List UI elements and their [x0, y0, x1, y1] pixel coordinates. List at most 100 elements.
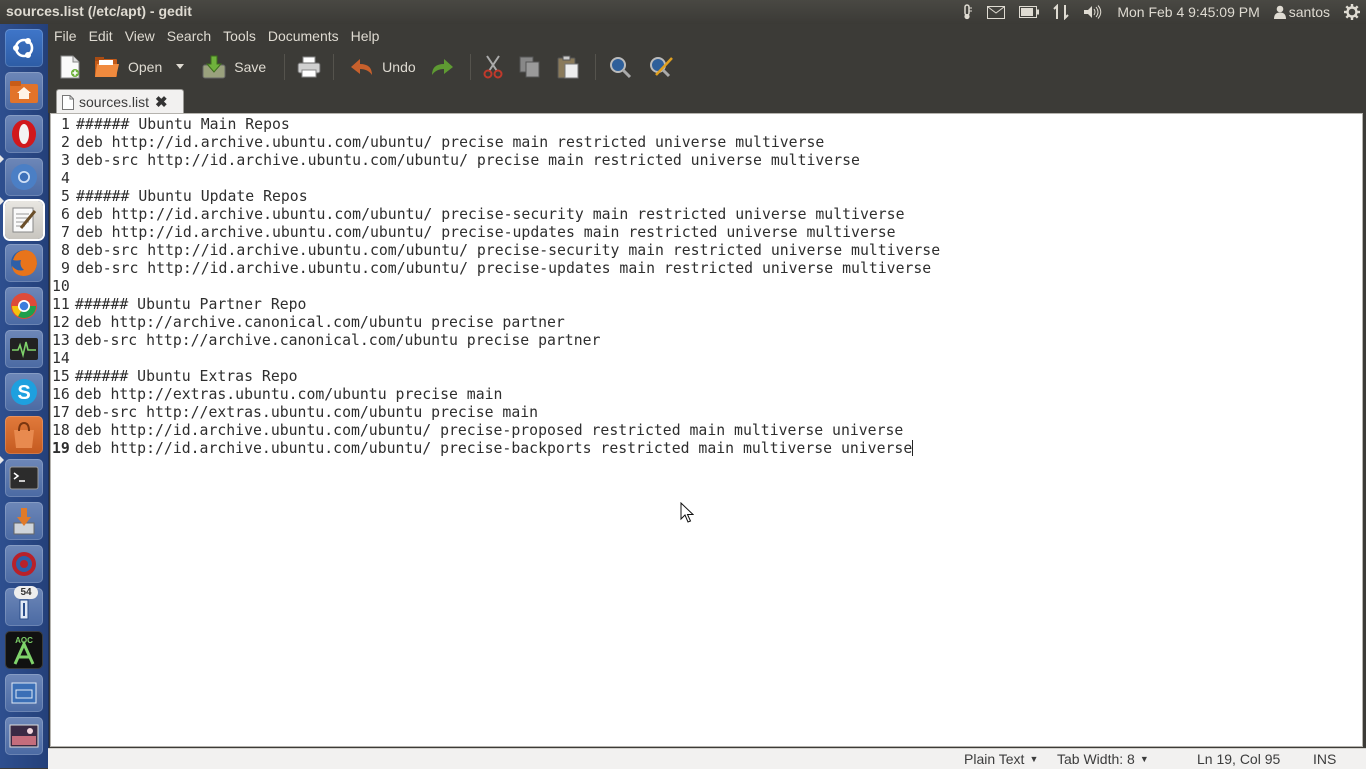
code-line[interactable]: 17 deb-src http://extras.ubuntu.com/ubunt… — [51, 404, 940, 422]
skype-icon: S — [11, 379, 37, 405]
code-line[interactable]: 10 — [51, 278, 940, 296]
indicator-area: Mon Feb 4 9:45:09 PM santos — [954, 0, 1366, 24]
open-recent-dropdown[interactable] — [172, 50, 188, 84]
code-line[interactable]: 5 ###### Ubuntu Update Repos — [51, 188, 940, 206]
undo-label: Undo — [382, 59, 416, 75]
print-button[interactable] — [293, 50, 325, 84]
code-line[interactable]: 4 — [51, 170, 940, 188]
close-tab-icon[interactable]: ✖ — [155, 93, 168, 111]
find-button[interactable] — [604, 50, 636, 84]
thermometer-icon[interactable] — [961, 0, 973, 24]
open-button[interactable]: Open — [90, 50, 166, 84]
launcher-skype[interactable]: S — [5, 373, 43, 411]
language-label: Plain Text — [964, 751, 1025, 767]
code-line[interactable]: 1 ###### Ubuntu Main Repos — [51, 116, 940, 134]
launcher-network-tool[interactable] — [5, 545, 43, 583]
terminal-icon — [9, 466, 39, 490]
launcher-software-center[interactable] — [5, 416, 43, 454]
launcher-gedit[interactable] — [5, 201, 43, 239]
launcher-tasks-app[interactable]: 54 — [5, 586, 43, 626]
network-icon[interactable] — [1053, 0, 1070, 24]
tab-sources-list[interactable]: sources.list ✖ — [56, 89, 184, 114]
new-document-button[interactable] — [56, 50, 84, 84]
launcher-files[interactable] — [5, 72, 43, 110]
workspace-icon — [11, 682, 37, 704]
mail-icon[interactable] — [987, 0, 1006, 24]
tab-label: sources.list — [79, 94, 150, 110]
code-line[interactable]: 6 deb http://id.archive.ubuntu.com/ubuntu… — [51, 206, 940, 224]
line-number: 15 — [52, 368, 70, 385]
code-line[interactable]: 16 deb http://extras.ubuntu.com/ubuntu pr… — [51, 386, 940, 404]
launcher-firefox[interactable] — [5, 244, 43, 282]
undo-icon — [351, 59, 373, 75]
launcher-chromium[interactable] — [5, 158, 43, 196]
line-number: 16 — [52, 386, 70, 403]
code-line[interactable]: 8 deb-src http://id.archive.ubuntu.com/ub… — [51, 242, 940, 260]
line-number: 11 — [52, 296, 70, 313]
launcher-opera[interactable] — [5, 115, 43, 153]
copy-button[interactable] — [515, 50, 545, 84]
running-indicator — [0, 456, 4, 464]
text-editor-icon — [12, 207, 37, 233]
code-line[interactable]: 7 deb http://id.archive.ubuntu.com/ubuntu… — [51, 224, 940, 242]
menu-tools[interactable]: Tools — [217, 28, 262, 44]
line-number: 18 — [52, 422, 70, 439]
launcher-photo-app[interactable] — [5, 717, 43, 755]
line-text: deb-src http://extras.ubuntu.com/ubuntu … — [74, 404, 539, 421]
undo-button[interactable]: Undo — [346, 50, 419, 84]
clock[interactable]: Mon Feb 4 9:45:09 PM — [1117, 0, 1259, 24]
line-number: 8 — [61, 242, 70, 259]
menu-help[interactable]: Help — [345, 28, 386, 44]
notification-badge: 54 — [14, 586, 38, 599]
paste-button[interactable] — [553, 50, 583, 84]
code-line[interactable]: 15 ###### Ubuntu Extras Repo — [51, 368, 940, 386]
save-icon — [202, 55, 226, 79]
line-number: 5 — [61, 188, 70, 205]
launcher-dash-home[interactable] — [5, 29, 43, 67]
launcher-chrome[interactable] — [5, 287, 43, 325]
battery-icon[interactable] — [1019, 0, 1040, 24]
chrome-icon — [11, 293, 37, 319]
home-folder-icon — [10, 81, 38, 103]
line-text: deb-src http://id.archive.ubuntu.com/ubu… — [76, 152, 860, 169]
code-line[interactable]: 14 — [51, 350, 940, 368]
user-menu[interactable]: santos — [1273, 0, 1330, 24]
launcher-update-manager[interactable] — [5, 502, 43, 540]
code-line[interactable]: 9 deb-src http://id.archive.ubuntu.com/ub… — [51, 260, 940, 278]
language-selector[interactable]: Plain Text ▼ — [964, 751, 1038, 767]
line-number: 7 — [61, 224, 70, 241]
code-line[interactable]: 3 deb-src http://id.archive.ubuntu.com/ub… — [51, 152, 940, 170]
network-tool-icon — [12, 552, 36, 576]
code-line[interactable]: 2 deb http://id.archive.ubuntu.com/ubuntu… — [51, 134, 940, 152]
launcher-system-monitor[interactable] — [5, 330, 43, 368]
menu-view[interactable]: View — [119, 28, 161, 44]
new-document-icon — [60, 55, 80, 79]
line-text: ###### Ubuntu Extras Repo — [74, 368, 298, 385]
tab-width-selector[interactable]: Tab Width: 8 ▼ — [1057, 751, 1149, 767]
gear-icon[interactable] — [1344, 0, 1360, 24]
search-replace-icon — [649, 57, 673, 78]
launcher-workspace-switcher[interactable] — [5, 674, 43, 712]
open-label: Open — [128, 59, 163, 75]
volume-icon[interactable] — [1083, 0, 1103, 24]
menu-edit[interactable]: Edit — [83, 28, 119, 44]
redo-button[interactable] — [426, 50, 458, 84]
save-button[interactable]: Save — [198, 50, 270, 84]
menu-documents[interactable]: Documents — [262, 28, 345, 44]
code-line[interactable]: 19 deb http://id.archive.ubuntu.com/ubunt… — [51, 440, 940, 458]
code-line[interactable]: 13 deb-src http://archive.canonical.com/u… — [51, 332, 940, 350]
code-line[interactable]: 11 ###### Ubuntu Partner Repo — [51, 296, 940, 314]
line-number: 1 — [61, 116, 70, 133]
cut-button[interactable] — [479, 50, 507, 84]
launcher-terminal[interactable] — [5, 459, 43, 497]
find-replace-button[interactable] — [644, 50, 678, 84]
text-editor[interactable]: 1 ###### Ubuntu Main Repos 2 deb http://id.… — [50, 113, 1363, 747]
running-indicator — [0, 155, 4, 163]
launcher-android-studio[interactable]: AOC — [5, 631, 43, 669]
code-line[interactable]: 18 deb http://id.archive.ubuntu.com/ubunt… — [51, 422, 940, 440]
code-line[interactable]: 12 deb http://archive.canonical.com/ubunt… — [51, 314, 940, 332]
update-arrow-icon — [13, 508, 35, 535]
menu-search[interactable]: Search — [161, 28, 217, 44]
ubuntu-logo-icon — [13, 38, 34, 58]
menu-file[interactable]: File — [48, 28, 83, 44]
